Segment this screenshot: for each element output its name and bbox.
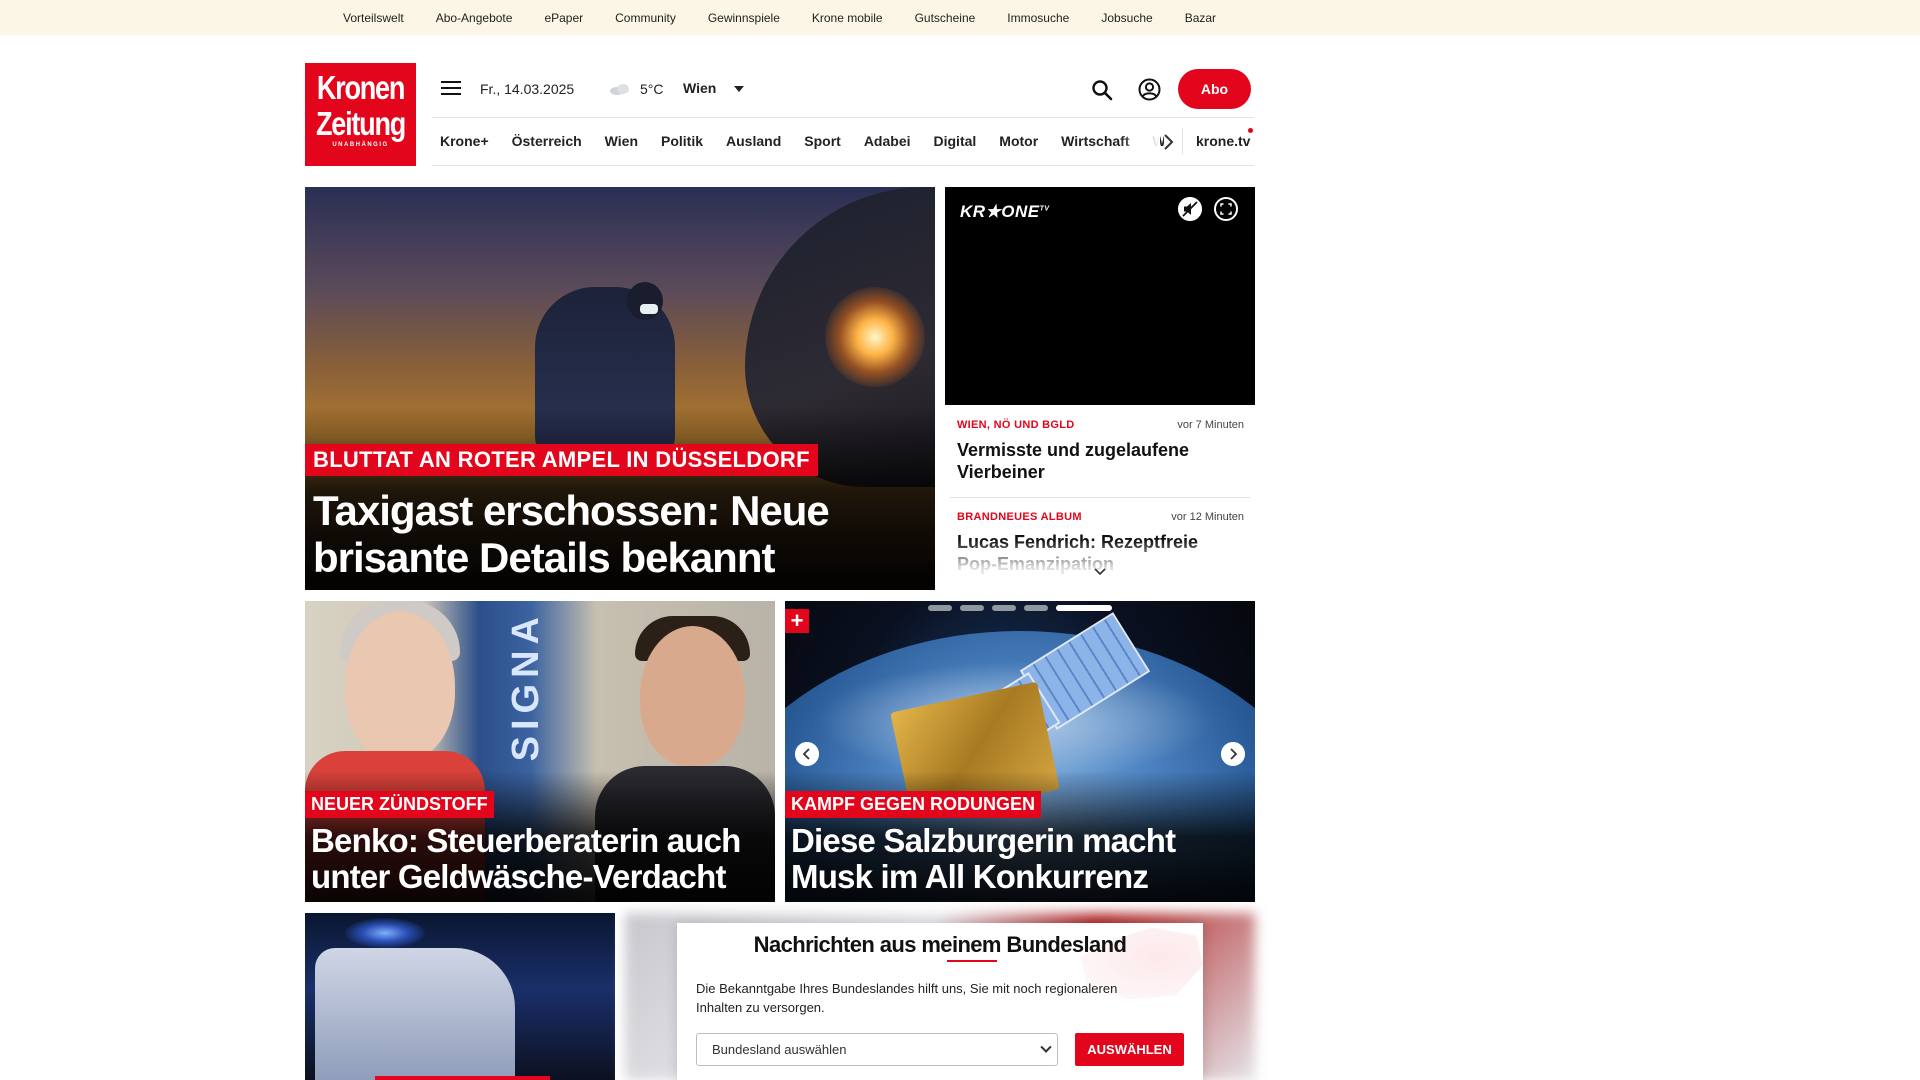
logo-line-1: Kronen <box>316 69 406 106</box>
utility-link-epaper[interactable]: ePaper <box>544 11 583 25</box>
abo-button[interactable]: Abo <box>1178 69 1251 109</box>
hero-title: Taxigast erschossen: Neue brisante Detai… <box>313 487 830 581</box>
cloud-icon <box>610 84 629 95</box>
bundesland-select[interactable]: Bundesland auswählen <box>696 1033 1058 1066</box>
hero-kicker: BLUTTAT AN ROTER AMPEL IN DÜSSELDORF <box>305 444 818 476</box>
city-selector[interactable]: Wien <box>683 80 716 96</box>
sidebar-article-1[interactable]: WIEN, NÖ UND BGLD vor 7 Minuten Vermisst… <box>957 419 1244 489</box>
carousel-indicators <box>928 605 1120 611</box>
hero-image-light <box>825 287 925 387</box>
utility-link-vorteilswelt[interactable]: Vorteilswelt <box>343 11 404 25</box>
select-region-button[interactable]: AUSWÄHLEN <box>1075 1033 1184 1066</box>
utility-links: Vorteilswelt Abo-Angebote ePaper Communi… <box>343 11 1248 25</box>
utility-link-abo-angebote[interactable]: Abo-Angebote <box>436 11 513 25</box>
temperature: 5°C <box>640 81 664 97</box>
nav-divider-top <box>432 117 1254 118</box>
teaser-kicker: KAMPF GEGEN RODUNGEN <box>785 791 1042 818</box>
menu-icon[interactable] <box>441 81 461 97</box>
hero-image-head <box>627 282 663 320</box>
nav-divider <box>1182 128 1183 154</box>
article-time: vor 12 Minuten <box>1171 511 1244 523</box>
nav-item-krone-plus[interactable]: Krone+ <box>440 133 489 149</box>
nav-divider-bottom <box>432 165 1254 166</box>
teaser-image-ambulance <box>315 948 515 1080</box>
teaser-kicker: NEUER ZÜNDSTOFF <box>305 791 494 818</box>
utility-link-gewinnspiele[interactable]: Gewinnspiele <box>708 11 780 25</box>
teaser-image-blue-light <box>345 918 425 948</box>
carousel-dot[interactable] <box>1024 605 1048 611</box>
teaser-image-face <box>640 626 745 766</box>
utility-link-krone-mobile[interactable]: Krone mobile <box>812 11 883 25</box>
nav-item-wien[interactable]: Wien <box>605 133 638 149</box>
krone-logo[interactable]: Kronen Zeitung UNABHÄNGIG <box>305 63 416 166</box>
main-nav: Krone+ Österreich Wien Politik Ausland S… <box>440 133 1164 149</box>
bundesland-select-value: Bundesland auswählen <box>712 1042 847 1057</box>
nav-item-adabei[interactable]: Adabei <box>864 133 911 149</box>
carousel-dot-active[interactable] <box>1056 605 1112 611</box>
nav-fade <box>1120 124 1160 160</box>
carousel-prev-icon[interactable] <box>795 742 819 766</box>
utility-link-immosuche[interactable]: Immosuche <box>1007 11 1069 25</box>
carousel-next-icon[interactable] <box>1221 742 1245 766</box>
chevron-right-icon[interactable] <box>1161 133 1175 151</box>
fullscreen-icon[interactable] <box>1214 197 1238 221</box>
logo-line-2: Zeitung <box>315 105 406 142</box>
carousel-dot[interactable] <box>928 605 952 611</box>
teaser-title: Benko: Steuerberaterin auch unter Geldwä… <box>311 822 741 895</box>
region-prompt: Nachrichten aus meinem Bundesland Die Be… <box>677 923 1203 1080</box>
article-category: WIEN, NÖ UND BGLD <box>957 419 1075 431</box>
utility-link-community[interactable]: Community <box>615 11 676 25</box>
title-underline <box>947 960 997 962</box>
region-prompt-title: Nachrichten aus meinem Bundesland <box>753 932 1127 957</box>
utility-link-jobsuche[interactable]: Jobsuche <box>1101 11 1152 25</box>
nav-item-politik[interactable]: Politik <box>661 133 703 149</box>
chevron-down-icon[interactable] <box>734 86 744 92</box>
nav-item-digital[interactable]: Digital <box>934 133 977 149</box>
video-brand: KR★ONETV <box>960 202 1050 221</box>
nav-item-ausland[interactable]: Ausland <box>726 133 781 149</box>
teaser-article-satellite[interactable]: + KAMPF GEGEN RODUNGEN Diese Salzburgeri… <box>785 601 1255 902</box>
teaser-kicker-bar <box>375 1076 550 1080</box>
account-icon[interactable] <box>1137 77 1162 102</box>
mute-icon[interactable] <box>1178 197 1202 221</box>
search-icon[interactable] <box>1090 78 1114 102</box>
hero-article[interactable]: BLUTTAT AN ROTER AMPEL IN DÜSSELDORF Tax… <box>305 187 935 590</box>
teaser-title: Diese Salzburgerin macht Musk im All Kon… <box>791 822 1176 895</box>
live-dot <box>1248 128 1253 133</box>
carousel-dot[interactable] <box>960 605 984 611</box>
article-time: vor 7 Minuten <box>1177 419 1244 431</box>
carousel-dot[interactable] <box>992 605 1016 611</box>
krone-tv-player[interactable]: KR★ONETV <box>945 187 1255 405</box>
teaser-article-ambulance[interactable] <box>305 913 615 1080</box>
utility-bar: Vorteilswelt Abo-Angebote ePaper Communi… <box>0 0 1920 35</box>
teaser-article-benko[interactable]: SIGNA NEUER ZÜNDSTOFF Benko: Steuerberat… <box>305 601 775 902</box>
nav-item-sport[interactable]: Sport <box>804 133 841 149</box>
nav-item-krone-tv[interactable]: krone.tv <box>1196 133 1250 149</box>
utility-link-gutscheine[interactable]: Gutscheine <box>915 11 976 25</box>
sidebar-divider <box>950 497 1250 498</box>
current-date: Fr., 14.03.2025 <box>480 81 575 97</box>
logo-tagline: UNABHÄNGIG <box>332 142 389 148</box>
teaser-image-text: SIGNA <box>505 611 547 762</box>
article-category: BRANDNEUES ALBUM <box>957 511 1082 523</box>
utility-link-bazar[interactable]: Bazar <box>1185 11 1216 25</box>
nav-item-motor[interactable]: Motor <box>999 133 1038 149</box>
chevron-down-icon[interactable] <box>1093 567 1107 577</box>
region-prompt-text: Die Bekanntgabe Ihres Bundeslandes hilft… <box>696 981 1118 1015</box>
teaser-image-face <box>345 611 455 761</box>
sidebar-fade <box>950 540 1250 590</box>
chevron-down-icon <box>1040 1041 1052 1053</box>
article-headline: Vermisste und zugelaufene Vierbeiner <box>957 440 1190 482</box>
nav-item-oesterreich[interactable]: Österreich <box>512 133 582 149</box>
hero-image-mask <box>640 304 658 314</box>
krone-plus-badge: + <box>785 609 809 633</box>
